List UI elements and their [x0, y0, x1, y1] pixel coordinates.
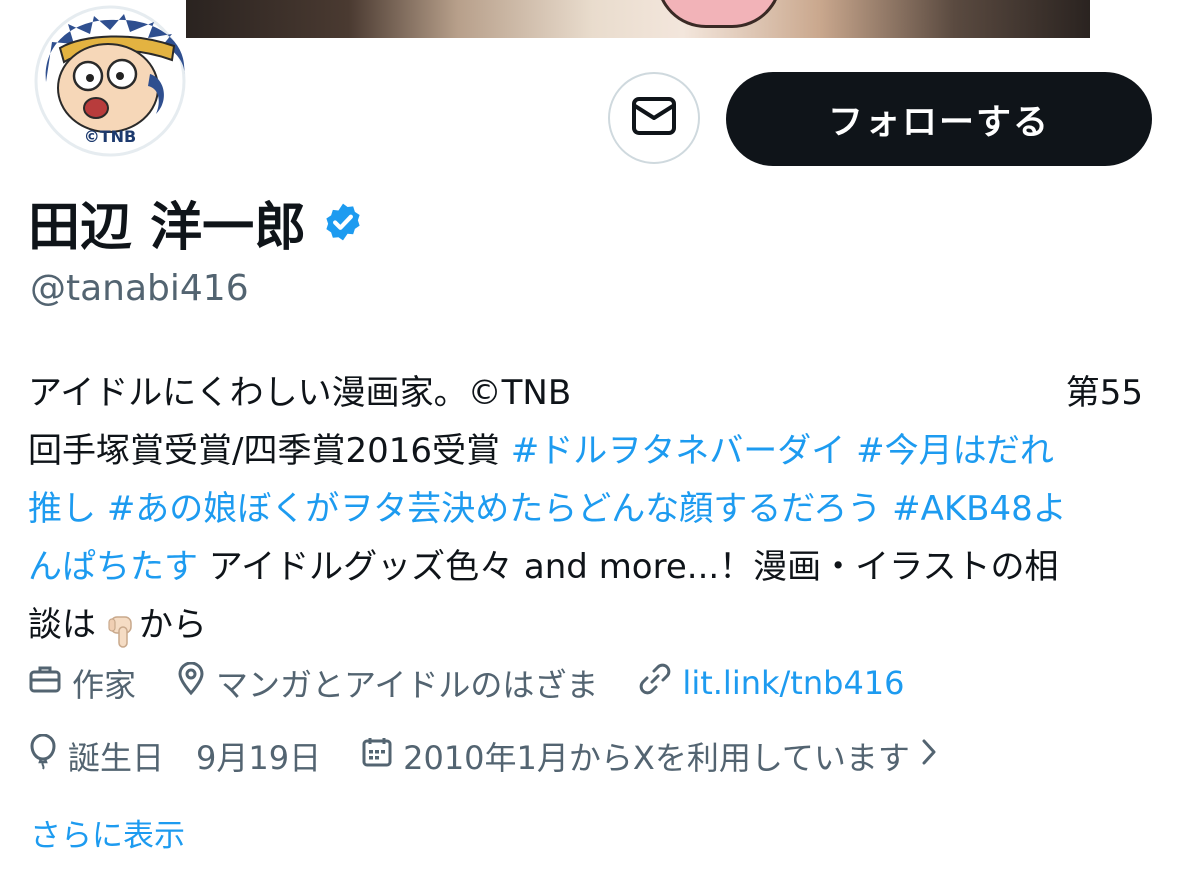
- display-name-text: 田辺 洋一郎: [28, 197, 307, 258]
- hashtag-link[interactable]: #ドルヲタネバーダイ: [511, 431, 846, 471]
- location-text: マンガとアイドルのはざま: [216, 666, 599, 704]
- avatar-label: ©TNB: [84, 127, 137, 146]
- bio-line: んぱちたす アイドルグッズ色々 and more...！漫画・イラストの相: [28, 538, 1143, 596]
- profile-website[interactable]: lit.link/tnb416: [638, 662, 905, 704]
- banner-illustration: [656, 0, 782, 28]
- hashtag-link[interactable]: んぱちたす: [28, 547, 198, 587]
- hashtag-link[interactable]: #AKB48よ: [892, 489, 1067, 529]
- hashtag-link[interactable]: #あの娘ぼくがヲタ芸決めたらどんな顔するだろう: [107, 489, 881, 529]
- follow-button-label: フォローする: [827, 102, 1050, 143]
- chevron-right-icon: [920, 737, 948, 775]
- display-name: 田辺 洋一郎: [28, 190, 364, 258]
- profile-job: 作家: [28, 660, 136, 706]
- bio-text: アイドルグッズ色々 and more...！漫画・イラストの相: [198, 547, 1059, 587]
- profile-meta-row: 作家 マンガとアイドルのはざま lit.link/tnb416: [28, 658, 905, 708]
- bio-text: 第55: [1065, 373, 1143, 413]
- pointing-down-emoji-icon: [107, 609, 139, 648]
- profile-location: マンガとアイドルのはざま: [176, 660, 598, 706]
- bio-line: 推し #あの娘ぼくがヲタ芸決めたらどんな顔するだろう #AKB48よ: [28, 480, 1143, 538]
- hashtag-link[interactable]: 推し: [28, 489, 96, 529]
- website-link[interactable]: lit.link/tnb416: [682, 664, 904, 702]
- map-pin-icon: [176, 661, 216, 704]
- briefcase-icon: [28, 663, 72, 703]
- verified-badge-icon[interactable]: [322, 201, 364, 243]
- bio-text: 談は: [28, 605, 107, 645]
- bio-line: 回手塚賞受賞/四季賞2016受賞 #ドルヲタネバーダイ #今月はだれ: [28, 422, 1143, 480]
- avatar[interactable]: ©TNB: [24, 4, 196, 158]
- bio-line: アイドルにくわしい漫画家。©TNB 第55: [28, 364, 1143, 422]
- message-button[interactable]: [608, 72, 700, 164]
- joined-text: 2010年1月からXを利用しています: [403, 739, 910, 777]
- profile-birthday: 誕生日 9月19日: [28, 733, 321, 779]
- profile-meta-row: 誕生日 9月19日 2010年1月からXを利用しています: [28, 730, 948, 782]
- bio-text: アイドルにくわしい漫画家。©TNB: [28, 373, 572, 413]
- username-handle: @tanabi416: [30, 268, 249, 309]
- show-more-link[interactable]: さらに表示: [30, 810, 185, 855]
- balloon-icon: [28, 733, 68, 778]
- profile-banner[interactable]: [186, 0, 1090, 38]
- calendar-icon: [361, 736, 403, 776]
- job-text: 作家: [72, 666, 137, 704]
- bio-text: 回手塚賞受賞/四季賞2016受賞: [28, 431, 511, 471]
- follow-button[interactable]: フォローする: [726, 72, 1152, 166]
- bio: アイドルにくわしい漫画家。©TNB 第55 回手塚賞受賞/四季賞2016受賞 #…: [28, 364, 1143, 654]
- envelope-icon: [631, 96, 677, 140]
- link-icon: [638, 662, 682, 704]
- hashtag-link[interactable]: #今月はだれ: [856, 431, 1054, 471]
- profile-joined[interactable]: 2010年1月からXを利用しています: [361, 733, 948, 779]
- birthday-text: 誕生日 9月19日: [68, 739, 322, 777]
- bio-text: から: [138, 605, 207, 645]
- bio-line: 談は から: [28, 596, 1143, 654]
